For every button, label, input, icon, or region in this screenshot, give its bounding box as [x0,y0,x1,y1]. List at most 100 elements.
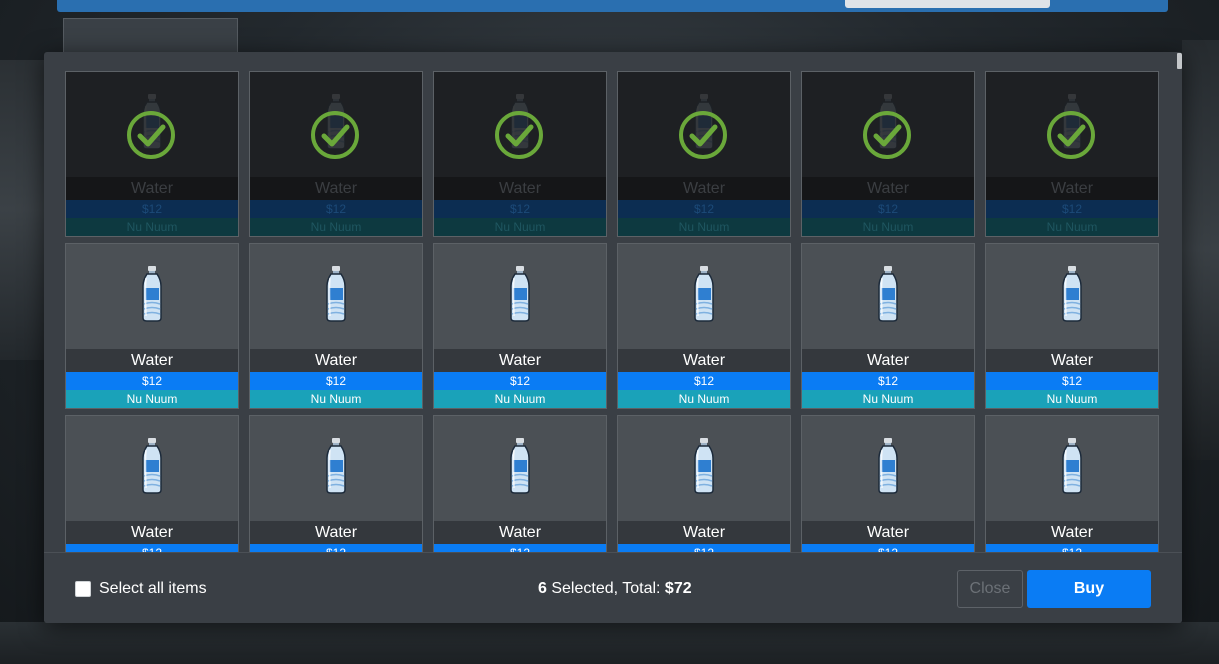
item-price: $12 [434,544,606,552]
item-price: $12 [986,544,1158,552]
select-all-toggle[interactable]: Select all items [75,580,207,598]
item-card[interactable]: Water$12Nu Nuum [801,415,975,552]
item-image [434,416,606,521]
item-image [250,416,422,521]
item-name: Water [802,177,974,200]
item-card[interactable]: Water$12Nu Nuum [65,415,239,552]
checkmark-circle-icon [1046,110,1096,160]
item-card[interactable]: Water$12Nu Nuum [249,243,423,409]
background-scene-left [0,60,44,360]
water-bottle-icon [691,266,717,327]
item-name: Water [250,349,422,372]
item-name: Water [986,349,1158,372]
item-card[interactable]: Water$12Nu Nuum [801,71,975,237]
background-floor [0,622,1219,664]
checkmark-circle-icon [494,110,544,160]
total-price: $72 [664,580,692,597]
item-name: Water [250,521,422,544]
checkmark-circle-icon [678,110,728,160]
item-vendor: Nu Nuum [618,390,790,408]
water-bottle-icon [875,266,901,327]
item-vendor: Nu Nuum [250,218,422,236]
item-price: $12 [618,544,790,552]
item-name: Water [434,177,606,200]
item-card[interactable]: Water$12Nu Nuum [65,71,239,237]
modal-footer: Select all items 6 Selected, Total: $72 … [44,552,1182,623]
item-name: Water [802,521,974,544]
item-name: Water [618,349,790,372]
checkmark-circle-icon [862,110,912,160]
item-name: Water [618,177,790,200]
item-name: Water [986,521,1158,544]
water-bottle-icon [1059,266,1085,327]
item-vendor: Nu Nuum [618,218,790,236]
select-all-label: Select all items [99,580,207,597]
water-bottle-icon [507,266,533,327]
item-price: $12 [618,200,790,218]
item-image [250,244,422,349]
item-grid: Water $12 Nu Nuum Water $12 Nu Nuum Water $12 Nu… [65,71,1159,552]
item-vendor: Nu Nuum [66,390,238,408]
item-price: $12 [802,372,974,390]
item-price: $12 [802,544,974,552]
item-image [434,244,606,349]
item-name: Water [434,349,606,372]
item-card[interactable]: Water$12Nu Nuum [433,415,607,552]
selected-count: 6 [538,580,547,597]
item-price: $12 [250,372,422,390]
water-bottle-icon [507,438,533,499]
water-bottle-icon [323,266,349,327]
item-card[interactable]: Water$12Nu Nuum [617,71,791,237]
shop-modal: Water $12 Nu Nuum Water $12 Nu Nuum Water $12 Nu… [44,52,1182,623]
item-vendor: Nu Nuum [802,390,974,408]
item-card[interactable]: Water$12Nu Nuum [801,243,975,409]
scrollbar[interactable] [1176,52,1182,552]
item-price: $12 [66,200,238,218]
item-card[interactable]: Water$12Nu Nuum [985,71,1159,237]
item-image [66,416,238,521]
item-card[interactable]: Water$12Nu Nuum [433,243,607,409]
item-price: $12 [250,544,422,552]
item-image [802,244,974,349]
item-card[interactable]: Water$12Nu Nuum [433,71,607,237]
select-all-checkbox[interactable] [75,581,91,597]
item-card[interactable]: Water$12Nu Nuum [617,415,791,552]
item-card[interactable]: Water$12Nu Nuum [617,243,791,409]
water-bottle-icon [323,438,349,499]
item-vendor: Nu Nuum [434,218,606,236]
item-vendor: Nu Nuum [986,390,1158,408]
item-price: $12 [618,372,790,390]
item-vendor: Nu Nuum [986,218,1158,236]
item-card[interactable]: Water$12Nu Nuum [249,71,423,237]
item-image [66,244,238,349]
checkmark-circle-icon [126,110,176,160]
item-price: $12 [986,200,1158,218]
item-name: Water [802,349,974,372]
item-name: Water [66,521,238,544]
item-price: $12 [434,200,606,218]
item-vendor: Nu Nuum [802,218,974,236]
item-name: Water [66,349,238,372]
close-button[interactable]: Close [957,570,1023,608]
item-name: Water [434,521,606,544]
item-card[interactable]: Water$12Nu Nuum [985,415,1159,552]
item-card[interactable]: Water$12Nu Nuum [985,243,1159,409]
selected-text: Selected, Total: [551,580,661,597]
water-bottle-icon [875,438,901,499]
item-price: $12 [66,372,238,390]
item-price: $12 [250,200,422,218]
item-image [986,244,1158,349]
item-name: Water [986,177,1158,200]
water-bottle-icon [139,438,165,499]
item-vendor: Nu Nuum [434,390,606,408]
item-card[interactable]: Water$12Nu Nuum [249,415,423,552]
item-image [802,416,974,521]
item-grid-scroll-area[interactable]: Water $12 Nu Nuum Water $12 Nu Nuum Water $12 Nu… [44,52,1182,552]
item-name: Water [66,177,238,200]
checkmark-circle-icon [310,110,360,160]
scrollbar-thumb[interactable] [1177,53,1182,69]
item-name: Water [250,177,422,200]
item-image [618,244,790,349]
item-card[interactable]: Water$12Nu Nuum [65,243,239,409]
buy-button[interactable]: Buy [1027,570,1151,608]
